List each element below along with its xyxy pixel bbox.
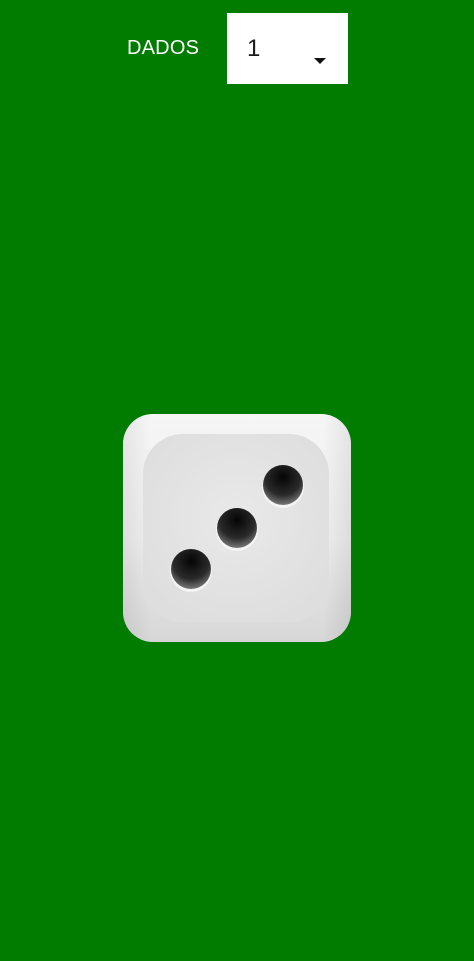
die-face-three-icon	[123, 414, 351, 642]
dropdown-arrow-icon	[314, 58, 326, 64]
dice-count-value: 1	[247, 35, 261, 62]
die[interactable]	[123, 414, 351, 642]
dados-label: DADOS	[127, 37, 200, 59]
dice-count-dropdown[interactable]: 1	[227, 13, 348, 84]
app-screen: DADOS 1	[0, 0, 474, 961]
